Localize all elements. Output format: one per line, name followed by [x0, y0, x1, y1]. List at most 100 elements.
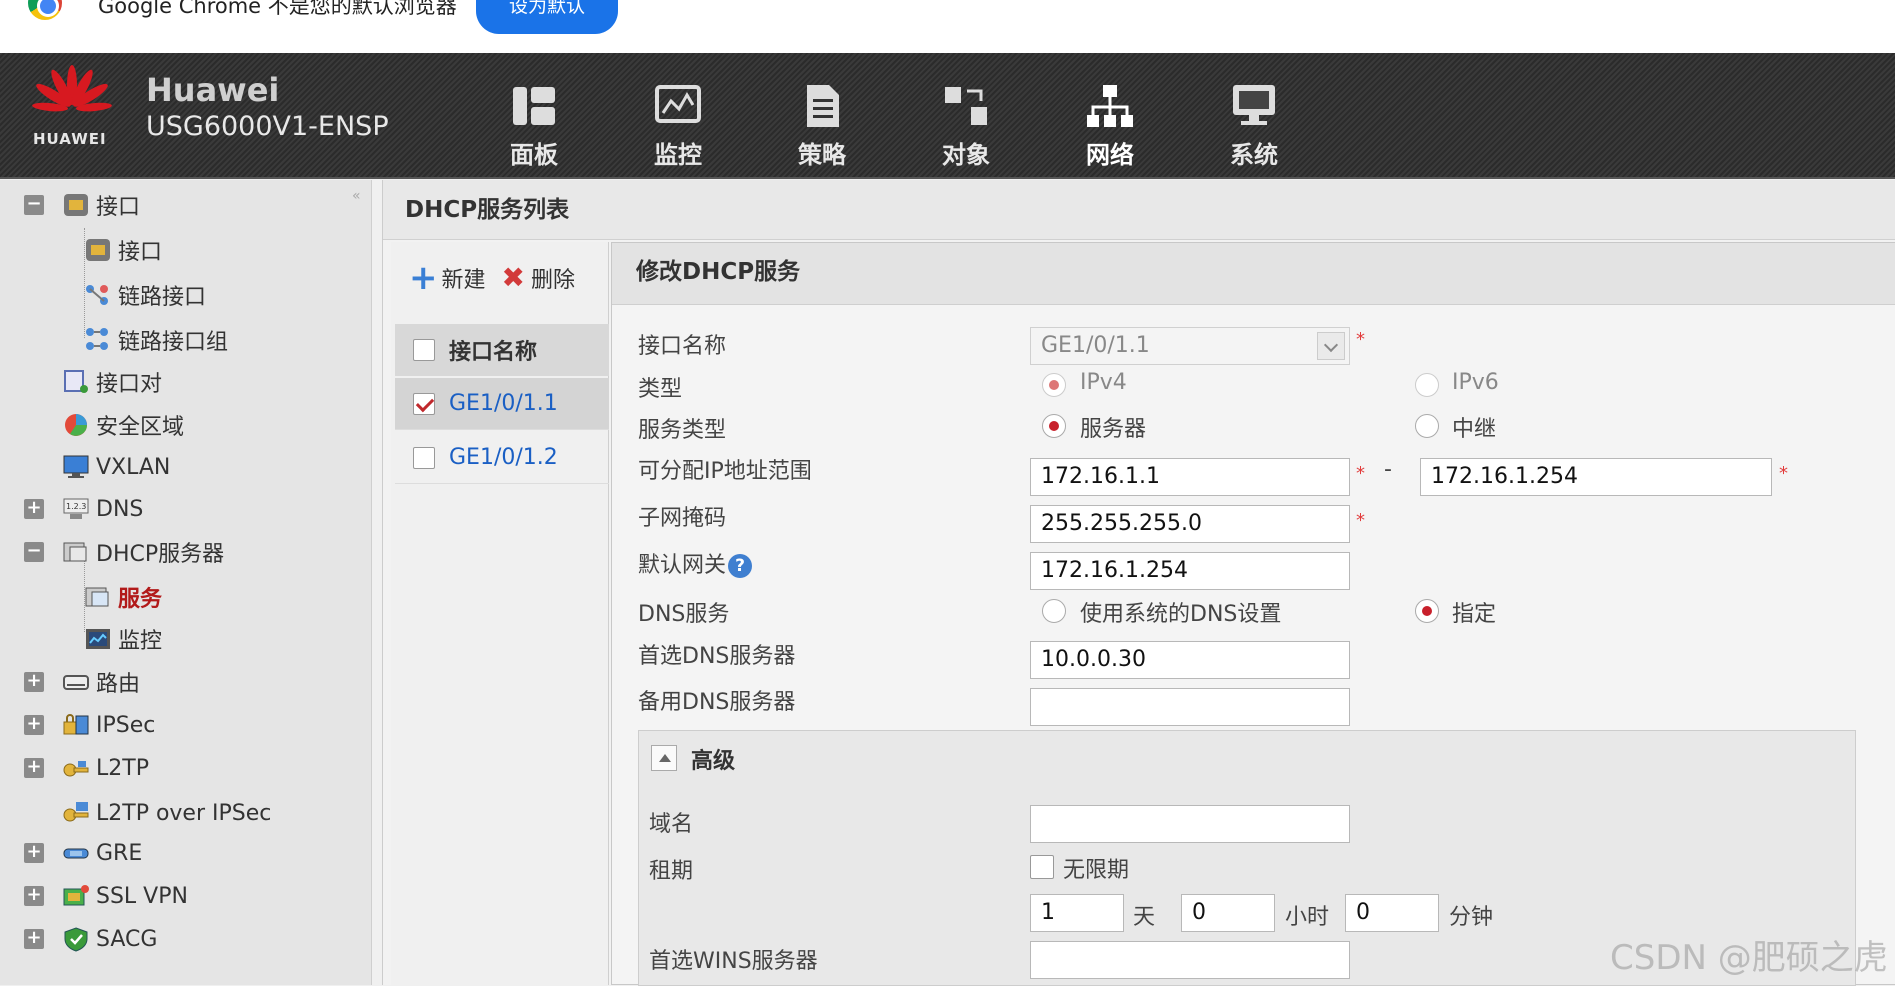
sidebar-item-sacg[interactable]: SACG — [62, 921, 157, 957]
huawei-logo-icon — [32, 65, 112, 112]
sidebar-item-ipsec[interactable]: IPSec — [62, 707, 155, 743]
nav-label: 监控 — [654, 141, 702, 169]
sidebar-item-label: DHCP服务器 — [96, 542, 225, 567]
sidebar-item-dns[interactable]: 1.2.3 DNS — [62, 491, 143, 527]
nav-policy[interactable]: 策略 — [750, 83, 894, 170]
nav-object[interactable]: 对象 — [894, 83, 1038, 170]
sidebar-item-label: 服务 — [118, 587, 163, 612]
dhcp-server-icon — [63, 542, 87, 562]
monitor-chart-icon — [86, 629, 110, 649]
list-item[interactable]: GE1/0/1.1 — [395, 378, 609, 430]
ip-range-end-input[interactable]: 172.16.1.254 — [1420, 458, 1772, 496]
sidebar-item-label: 链路接口 — [118, 285, 207, 310]
sidebar-item-label: GRE — [96, 840, 143, 866]
delete-button[interactable]: ✖ 删除 — [502, 262, 575, 294]
sidebar-item-l2tp-over-ipsec[interactable]: L2TP over IPSec — [62, 795, 271, 831]
new-button[interactable]: + 新建 — [409, 261, 486, 295]
interface-label: 接口名称 — [638, 334, 727, 359]
nav-monitor[interactable]: 监控 — [606, 83, 750, 170]
sidebar-collapse-icon[interactable]: « — [352, 188, 361, 204]
sidebar-item-interface[interactable]: 接口 — [84, 232, 162, 268]
interface-link[interactable]: GE1/0/1.2 — [449, 445, 558, 470]
dns-specify-radio[interactable] — [1415, 599, 1439, 623]
ipsec-icon — [63, 714, 89, 735]
secondary-dns-label: 备用DNS服务器 — [638, 690, 796, 715]
link-interface-icon — [86, 285, 108, 305]
lease-label: 租期 — [649, 859, 694, 884]
expand-toggle-icon[interactable]: + — [24, 843, 44, 863]
sidebar-item-vxlan[interactable]: VXLAN — [62, 449, 170, 485]
gateway-label: 默认网关? — [638, 547, 753, 579]
subnet-mask-input[interactable]: 255.255.255.0 — [1030, 505, 1350, 543]
row-checkbox[interactable] — [413, 392, 435, 415]
sidebar-item-gre[interactable]: GRE — [62, 835, 142, 871]
sidebar-item-label: DNS — [96, 496, 144, 522]
lease-minutes-input[interactable]: 0 — [1345, 894, 1439, 932]
sidebar-item-dhcp-server[interactable]: DHCP服务器 — [62, 534, 224, 570]
nav-dashboard[interactable]: 面板 — [462, 83, 606, 170]
watermark-text: CSDN @肥硕之虎 — [1610, 938, 1888, 978]
ip-range-start-input[interactable]: 172.16.1.1 — [1030, 458, 1350, 496]
sidebar-item-route[interactable]: 路由 — [62, 664, 140, 700]
expand-toggle-icon[interactable]: + — [24, 886, 44, 906]
sidebar-item-label: 链路接口组 — [118, 330, 229, 355]
expand-toggle-icon[interactable]: − — [24, 195, 44, 215]
sidebar-item-security-zone[interactable]: 安全区域 — [62, 407, 184, 443]
required-mark: * — [1356, 329, 1365, 350]
expand-toggle-icon[interactable]: + — [24, 672, 44, 692]
service-icon — [85, 587, 109, 607]
interface-select: GE1/0/1.1 — [1030, 327, 1350, 365]
expand-toggle-icon[interactable]: + — [24, 758, 44, 778]
vxlan-icon — [63, 455, 89, 478]
system-icon — [1233, 85, 1275, 125]
sidebar-tree: « − 接口 接口 链路接口 链路接口组 接口对 安全区域 VXLAN + 1.… — [0, 180, 372, 985]
expand-toggle-icon[interactable]: + — [24, 499, 44, 519]
page-title: DHCP服务列表 — [383, 180, 1895, 240]
primary-dns-input[interactable]: 10.0.0.30 — [1030, 641, 1350, 679]
sidebar-item-l2tp[interactable]: L2TP — [62, 750, 149, 786]
list-item[interactable]: GE1/0/1.2 — [395, 432, 609, 484]
collapse-toggle-icon[interactable]: − — [24, 542, 44, 562]
sidebar-item-interface-pair[interactable]: 接口对 — [62, 364, 162, 400]
wins-input[interactable] — [1030, 941, 1350, 979]
service-type-label: 服务类型 — [638, 418, 727, 443]
type-ipv6-label: IPv6 — [1452, 370, 1499, 395]
expand-toggle-icon[interactable]: + — [24, 715, 44, 735]
nav-network[interactable]: 网络 — [1038, 83, 1182, 170]
sidebar-item-dhcp-monitor[interactable]: 监控 — [84, 621, 162, 657]
nav-system[interactable]: 系统 — [1182, 83, 1326, 170]
network-icon — [1087, 85, 1133, 127]
required-mark: * — [1356, 510, 1365, 531]
gateway-label-text: 默认网关 — [638, 553, 727, 578]
row-checkbox[interactable] — [413, 446, 435, 469]
dns-system-radio[interactable] — [1042, 599, 1066, 623]
service-relay-radio[interactable] — [1415, 414, 1439, 438]
sidebar-item-link-interface[interactable]: 链路接口 — [84, 277, 206, 313]
help-icon[interactable]: ? — [728, 554, 753, 578]
set-default-button[interactable]: 设为默认 — [476, 0, 618, 34]
required-mark: * — [1779, 463, 1788, 484]
expand-toggle-icon[interactable]: + — [24, 929, 44, 949]
link-interface-group-icon — [86, 328, 108, 350]
select-all-checkbox[interactable] — [413, 339, 435, 361]
service-server-radio[interactable] — [1042, 414, 1066, 438]
domain-label: 域名 — [649, 812, 694, 837]
service-relay-label: 中继 — [1452, 417, 1497, 442]
sidebar-item-link-interface-group[interactable]: 链路接口组 — [84, 322, 228, 358]
lease-hours-unit: 小时 — [1285, 905, 1330, 930]
secondary-dns-input[interactable] — [1030, 688, 1350, 726]
edit-dhcp-form: 修改DHCP服务 接口名称 GE1/0/1.1 * 类型 IPv4 IPv6 服… — [611, 242, 1895, 986]
collapse-up-icon[interactable] — [651, 745, 677, 771]
lease-unlimited-checkbox[interactable] — [1030, 855, 1054, 879]
sidebar-item-label: 路由 — [96, 672, 141, 697]
sidebar-item-interface-group[interactable]: 接口 — [62, 187, 140, 223]
lease-days-input[interactable]: 1 — [1030, 894, 1124, 932]
sidebar-item-ssl-vpn[interactable]: SSL VPN — [62, 878, 188, 914]
gateway-input[interactable]: 172.16.1.254 — [1030, 552, 1350, 590]
lease-hours-input[interactable]: 0 — [1181, 894, 1275, 932]
delete-button-label: 删除 — [530, 268, 575, 293]
domain-input[interactable] — [1030, 805, 1350, 843]
interface-link[interactable]: GE1/0/1.1 — [449, 391, 558, 416]
chrome-logo-icon — [28, 0, 62, 20]
sidebar-item-dhcp-service[interactable]: 服务 — [84, 579, 162, 615]
